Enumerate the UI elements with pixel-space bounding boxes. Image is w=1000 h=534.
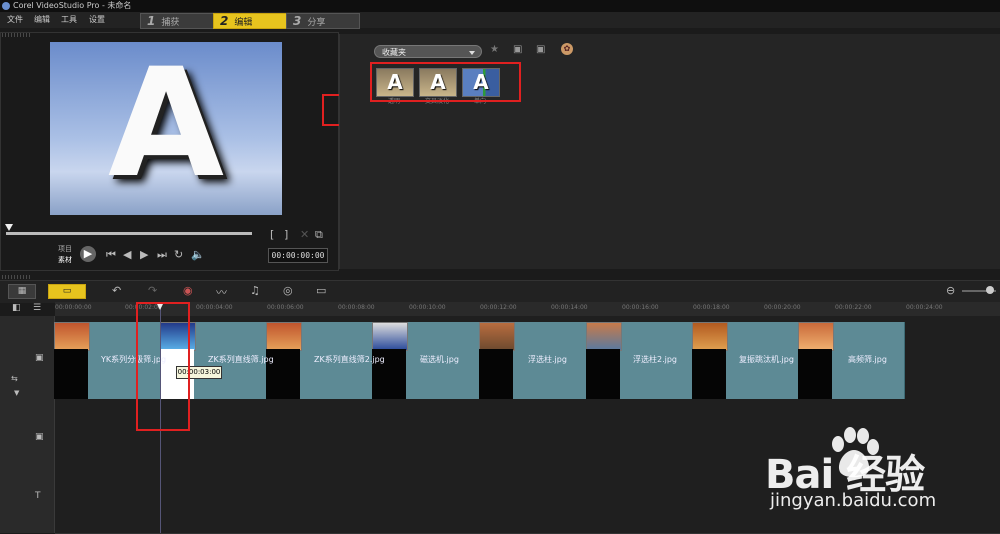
- step-edit[interactable]: 2 编辑: [213, 13, 287, 29]
- clip-label-5: 浮选柱.jpg: [528, 355, 567, 364]
- options-gear-icon[interactable]: ✿: [561, 43, 573, 55]
- auto-music-icon[interactable]: ♫: [250, 284, 260, 297]
- track-headers: [0, 316, 55, 533]
- menu-settings[interactable]: 设置: [89, 12, 105, 28]
- timeline-ruler[interactable]: 00:00:00:00 00:00:02:00 00:00:04:00 00:0…: [55, 302, 1000, 316]
- storyboard-view-icon[interactable]: ▦: [8, 284, 36, 299]
- clip-thumbnail: [54, 322, 90, 351]
- apply-video-icon[interactable]: ▣: [513, 44, 522, 55]
- clip-thumbnail: [798, 322, 834, 351]
- video-track-icon[interactable]: ▣: [35, 353, 44, 363]
- dropdown-value: 收藏夹: [382, 48, 406, 57]
- subtitle-icon[interactable]: ▭: [316, 284, 326, 297]
- clip-label-2: ZK系列直线筛.jpg: [208, 355, 274, 364]
- ruler-tick: 00:00:10:00: [409, 304, 446, 311]
- clip-thumbnail: [692, 322, 728, 351]
- next-frame-icon[interactable]: ▶: [140, 248, 148, 261]
- app-logo-icon: [2, 2, 10, 10]
- clip-thumb-pad: [798, 349, 832, 399]
- ruler-tick: 00:00:24:00: [906, 304, 943, 311]
- menu-edit[interactable]: 编辑: [34, 12, 50, 28]
- volume-icon[interactable]: 🔈: [191, 248, 205, 261]
- mark-in-icon[interactable]: [: [270, 228, 274, 241]
- timeline-view-icon[interactable]: ▭: [48, 284, 86, 299]
- ruler-tick: 00:00:20:00: [764, 304, 801, 311]
- cut-icon[interactable]: ✕: [300, 228, 309, 241]
- clip-thumbnail: [372, 322, 408, 351]
- clip-thumb-pad: [479, 349, 513, 399]
- clip-label-8: 高频筛.jpg: [848, 355, 887, 364]
- overlay-track-icon[interactable]: ▣: [35, 432, 44, 442]
- redo-icon[interactable]: ↷: [148, 284, 157, 297]
- home-button-icon[interactable]: ⏮: [106, 248, 116, 262]
- ruler-tick: 00:00:12:00: [480, 304, 517, 311]
- zoom-out-icon[interactable]: ⊖: [946, 284, 955, 297]
- menu-file[interactable]: 文件: [7, 12, 23, 28]
- ruler-tick: 00:00:06:00: [267, 304, 304, 311]
- project-mode-label[interactable]: 项目: [58, 244, 72, 254]
- clip-label-4: 磁选机.jpg: [420, 355, 459, 364]
- preview-scrubber[interactable]: [6, 232, 252, 235]
- repeat-icon[interactable]: ↻: [174, 248, 183, 261]
- timecode-display[interactable]: 00:00:00:00: [268, 248, 328, 263]
- ruler-tick: 00:00:00:00: [55, 304, 92, 311]
- highlight-box-drop-target: [136, 302, 190, 431]
- clip-thumbnail: [479, 322, 515, 351]
- clip-thumb-pad: [54, 349, 88, 399]
- chevron-down-icon: [469, 51, 475, 55]
- timeline-grip[interactable]: [2, 275, 32, 279]
- collapse-icon[interactable]: ▼: [14, 389, 19, 397]
- record-capture-icon[interactable]: ◉: [183, 284, 193, 297]
- apply-audio-icon[interactable]: ▣: [536, 44, 545, 55]
- mark-out-icon[interactable]: ]: [284, 228, 288, 241]
- ruler-tick: 00:00:08:00: [338, 304, 375, 311]
- zoom-slider-knob[interactable]: [986, 286, 994, 294]
- clip-mode-label[interactable]: 素材: [58, 255, 72, 265]
- prev-frame-icon[interactable]: ◀: [123, 248, 131, 261]
- ruler-tick: 00:00:14:00: [551, 304, 588, 311]
- clip-thumb-pad: [586, 349, 620, 399]
- undo-icon[interactable]: ↶: [112, 284, 121, 297]
- clip-label-7: 复振跳汰机.jpg: [739, 355, 794, 364]
- title-bar: Corel VideoStudio Pro - 未命名: [0, 0, 1000, 12]
- highlight-box-transitions: [370, 62, 521, 102]
- step-share[interactable]: 3 分享: [286, 13, 360, 29]
- favorites-dropdown[interactable]: 收藏夹: [374, 45, 482, 58]
- watermark-url: jingyan.baidu.com: [770, 490, 937, 511]
- clip-label-6: 浮选柱2.jpg: [633, 355, 678, 364]
- clip-label-3: ZK系列直线筛2.jpg: [314, 355, 385, 364]
- ripple-edit-icon[interactable]: ⇆: [11, 374, 18, 383]
- preview-title-letter: A: [107, 37, 225, 211]
- menu-tools[interactable]: 工具: [61, 12, 77, 28]
- chapter-icon[interactable]: ☰: [33, 303, 41, 313]
- sound-mixer-icon[interactable]: 〰: [216, 284, 227, 300]
- motion-track-icon[interactable]: ◎: [283, 284, 293, 297]
- end-button-icon[interactable]: ⏭: [157, 248, 167, 262]
- window-title: Corel VideoStudio Pro - 未命名: [13, 1, 132, 10]
- add-favorite-icon[interactable]: ★: [490, 44, 499, 55]
- enlarge-icon[interactable]: ⧉: [315, 228, 323, 242]
- play-button[interactable]: ▶: [80, 246, 96, 262]
- clip-thumb-pad: [692, 349, 726, 399]
- ruler-tick: 00:00:04:00: [196, 304, 233, 311]
- step-capture[interactable]: 1 捕获: [140, 13, 214, 29]
- track-manager-icon[interactable]: ◧: [12, 303, 21, 313]
- ruler-tick: 00:00:22:00: [835, 304, 872, 311]
- scrubber-handle[interactable]: [5, 224, 13, 231]
- panel-grip[interactable]: [2, 33, 32, 37]
- ruler-tick: 00:00:18:00: [693, 304, 730, 311]
- clip-thumbnail: [266, 322, 302, 351]
- ruler-tick: 00:00:16:00: [622, 304, 659, 311]
- clip-thumbnail: [586, 322, 622, 351]
- title-track-icon[interactable]: T: [35, 491, 41, 501]
